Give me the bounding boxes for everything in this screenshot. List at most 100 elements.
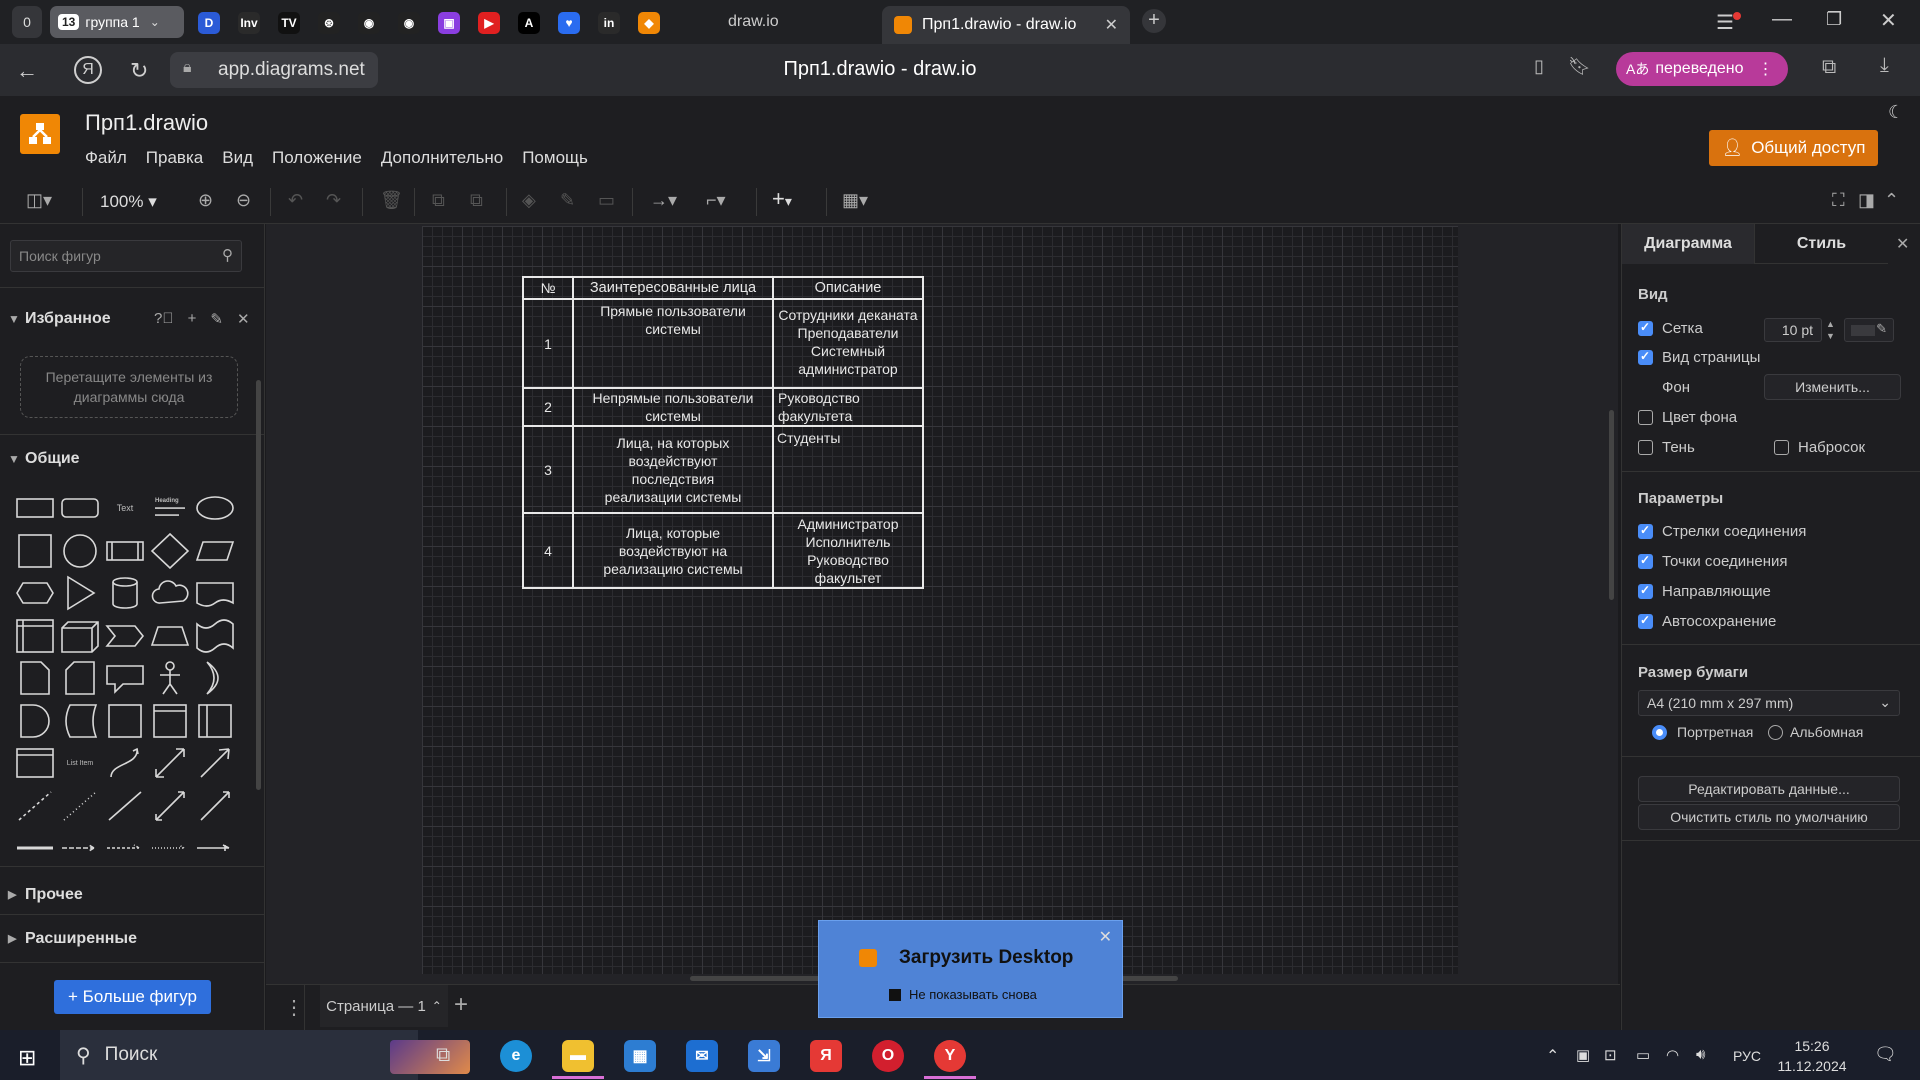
url-text[interactable]: app.diagrams.net xyxy=(218,59,365,81)
shadow-icon[interactable]: ▭ xyxy=(598,190,615,211)
zoom-out-icon[interactable]: ⊖ xyxy=(236,190,251,211)
download-desktop-toast[interactable]: Загрузить Desktop ✕ Не показывать снова xyxy=(818,920,1123,1018)
container-shape[interactable] xyxy=(105,703,145,739)
curve-shape[interactable] xyxy=(105,745,145,781)
menu-item-5[interactable]: Помощь xyxy=(522,148,588,168)
tab-group[interactable]: 13 группа 1 ⌄ xyxy=(50,6,184,38)
directional-connector-shape[interactable] xyxy=(195,788,235,824)
menu-item-3[interactable]: Положение xyxy=(272,148,362,168)
more-shapes-button[interactable]: + Больше фигур xyxy=(54,980,211,1014)
row-stakeholder[interactable]: Лица, которые воздействуют на реализацию… xyxy=(572,512,774,589)
undo-icon[interactable]: ↶ xyxy=(288,190,303,211)
menu-icon[interactable]: ☰ xyxy=(1716,10,1734,35)
general-header[interactable]: Общие xyxy=(25,450,80,468)
minimize-icon[interactable]: — xyxy=(1772,8,1792,31)
github-icon[interactable]: ◉ xyxy=(358,12,380,34)
circle-shape[interactable] xyxy=(60,533,100,569)
back-icon[interactable]: ← xyxy=(16,58,38,84)
parallelogram-shape[interactable] xyxy=(195,533,235,569)
paper-size-select[interactable]: A4 (210 mm x 297 mm) ⌄ xyxy=(1638,690,1900,716)
row-description[interactable]: Руководство факультета xyxy=(772,387,924,427)
dashed-arrow-shape[interactable] xyxy=(105,830,145,866)
row-number[interactable]: 3 xyxy=(522,425,574,514)
mail-icon[interactable]: ✉ xyxy=(686,1040,718,1072)
fill-color-icon[interactable]: ◈ xyxy=(522,190,536,211)
tray-up-icon[interactable]: ⌃ xyxy=(1546,1046,1559,1066)
grid-color-button[interactable]: ✎ xyxy=(1844,318,1894,342)
hexagon-shape[interactable] xyxy=(15,575,55,611)
tab-counter[interactable]: 0 xyxy=(12,6,42,38)
conn-arrows-checkbox[interactable] xyxy=(1638,523,1653,539)
network-icon[interactable]: ⊡ xyxy=(1604,1046,1617,1064)
landscape-radio[interactable] xyxy=(1768,725,1783,740)
dark-mode-icon[interactable]: ☾ xyxy=(1888,102,1904,123)
to-back-icon[interactable]: ⧉ xyxy=(470,190,483,211)
row-stakeholder[interactable]: Прямые пользователи системы xyxy=(572,298,774,389)
swimlane-shape[interactable] xyxy=(150,703,190,739)
zoom-in-icon[interactable]: ⊕ xyxy=(198,190,213,211)
cube-shape[interactable] xyxy=(60,618,100,654)
store-icon[interactable]: ▦ xyxy=(624,1040,656,1072)
table-row[interactable]: 4 Лица, которые воздействуют на реализац… xyxy=(522,512,924,589)
text-shape[interactable]: Text xyxy=(105,490,145,526)
actor-shape[interactable] xyxy=(150,660,190,696)
yandex-icon[interactable]: Я xyxy=(74,56,102,84)
close-icon[interactable]: ✕ xyxy=(237,310,250,328)
pages-menu-icon[interactable]: ⋮ xyxy=(284,995,304,1020)
format-panel-icon[interactable]: ◫▾ xyxy=(26,190,52,211)
autosave-checkbox[interactable] xyxy=(1638,613,1653,629)
youtube-icon[interactable]: ▶ xyxy=(478,12,500,34)
row-description[interactable]: Студенты xyxy=(772,425,924,514)
other-header[interactable]: Прочее xyxy=(25,886,83,904)
row-stakeholder[interactable]: Непрямые пользователи системы xyxy=(572,387,774,427)
favorites-drop-zone[interactable]: Перетащите элементы из диаграммы сюда xyxy=(20,356,238,418)
delete-icon[interactable]: 🗑︎ xyxy=(380,190,403,211)
battery-icon[interactable]: ▭ xyxy=(1636,1046,1650,1064)
bidirectional-arrow-shape[interactable] xyxy=(150,745,190,781)
toggle-panel-icon[interactable]: ◨ xyxy=(1858,190,1875,211)
page-view-checkbox[interactable] xyxy=(1638,349,1653,365)
tab-active[interactable]: Прп1.drawio - draw.io ✕ xyxy=(882,6,1130,44)
note-shape[interactable] xyxy=(15,660,55,696)
row-number[interactable]: 1 xyxy=(522,298,574,389)
dont-show-label[interactable]: Не показывать снова xyxy=(909,987,1037,1002)
fullscreen-icon[interactable]: ⛶ xyxy=(1832,190,1845,211)
stepper-icon[interactable]: ▲ ▼ xyxy=(1826,318,1835,342)
menu-item-1[interactable]: Правка xyxy=(146,148,203,168)
help-icon[interactable]: ?⃝ xyxy=(154,310,174,328)
menu-item-0[interactable]: Файл xyxy=(85,148,127,168)
share-button[interactable]: 👤︎ Общий доступ xyxy=(1709,130,1878,166)
grid-size-input[interactable]: 10 pt xyxy=(1764,318,1822,342)
table-row[interactable]: 3 Лица, на которых воздействуют последст… xyxy=(522,425,924,514)
bidirectional-connector-shape[interactable] xyxy=(150,788,190,824)
drawio-icon[interactable]: ◆ xyxy=(638,12,660,34)
collapse-icon[interactable]: ⌃ xyxy=(1884,190,1899,211)
rounded-rect-shape[interactable] xyxy=(60,490,100,526)
data-storage-shape[interactable] xyxy=(60,703,100,739)
yandex-app-icon[interactable]: Я xyxy=(810,1040,842,1072)
connection-icon[interactable]: →▾ xyxy=(650,190,677,211)
add-page-button[interactable]: + xyxy=(454,991,468,1019)
expand-favorites-icon[interactable]: ▼ xyxy=(8,312,20,326)
cylinder-shape[interactable] xyxy=(105,575,145,611)
triangle-shape[interactable] xyxy=(60,575,100,611)
document-shape[interactable] xyxy=(195,575,235,611)
table-header-cell[interactable]: Описание xyxy=(772,276,924,300)
tradingview-icon[interactable]: TV xyxy=(278,12,300,34)
cloud-shape[interactable] xyxy=(150,575,190,611)
edge-icon[interactable]: e xyxy=(500,1040,532,1072)
heart-icon[interactable]: ♥ xyxy=(558,12,580,34)
search-input[interactable]: Поиск фигур ⚲ xyxy=(10,240,242,272)
expand-general-icon[interactable]: ▼ xyxy=(8,452,20,466)
change-background-button[interactable]: Изменить... xyxy=(1764,374,1901,400)
step-shape[interactable] xyxy=(105,618,145,654)
meet-icon[interactable]: ▣ xyxy=(1576,1046,1590,1064)
table-row[interactable]: 1 Прямые пользователи системы Сотрудники… xyxy=(522,298,924,389)
guides-checkbox[interactable] xyxy=(1638,583,1653,599)
reader-icon[interactable]: D xyxy=(198,12,220,34)
internal-storage-shape[interactable] xyxy=(15,618,55,654)
row-description[interactable]: Администратор Исполнитель Руководство фа… xyxy=(772,512,924,589)
reload-icon[interactable]: ↻ xyxy=(130,58,148,84)
or-shape[interactable] xyxy=(195,660,235,696)
tab-drawio[interactable]: draw.io xyxy=(728,13,779,31)
